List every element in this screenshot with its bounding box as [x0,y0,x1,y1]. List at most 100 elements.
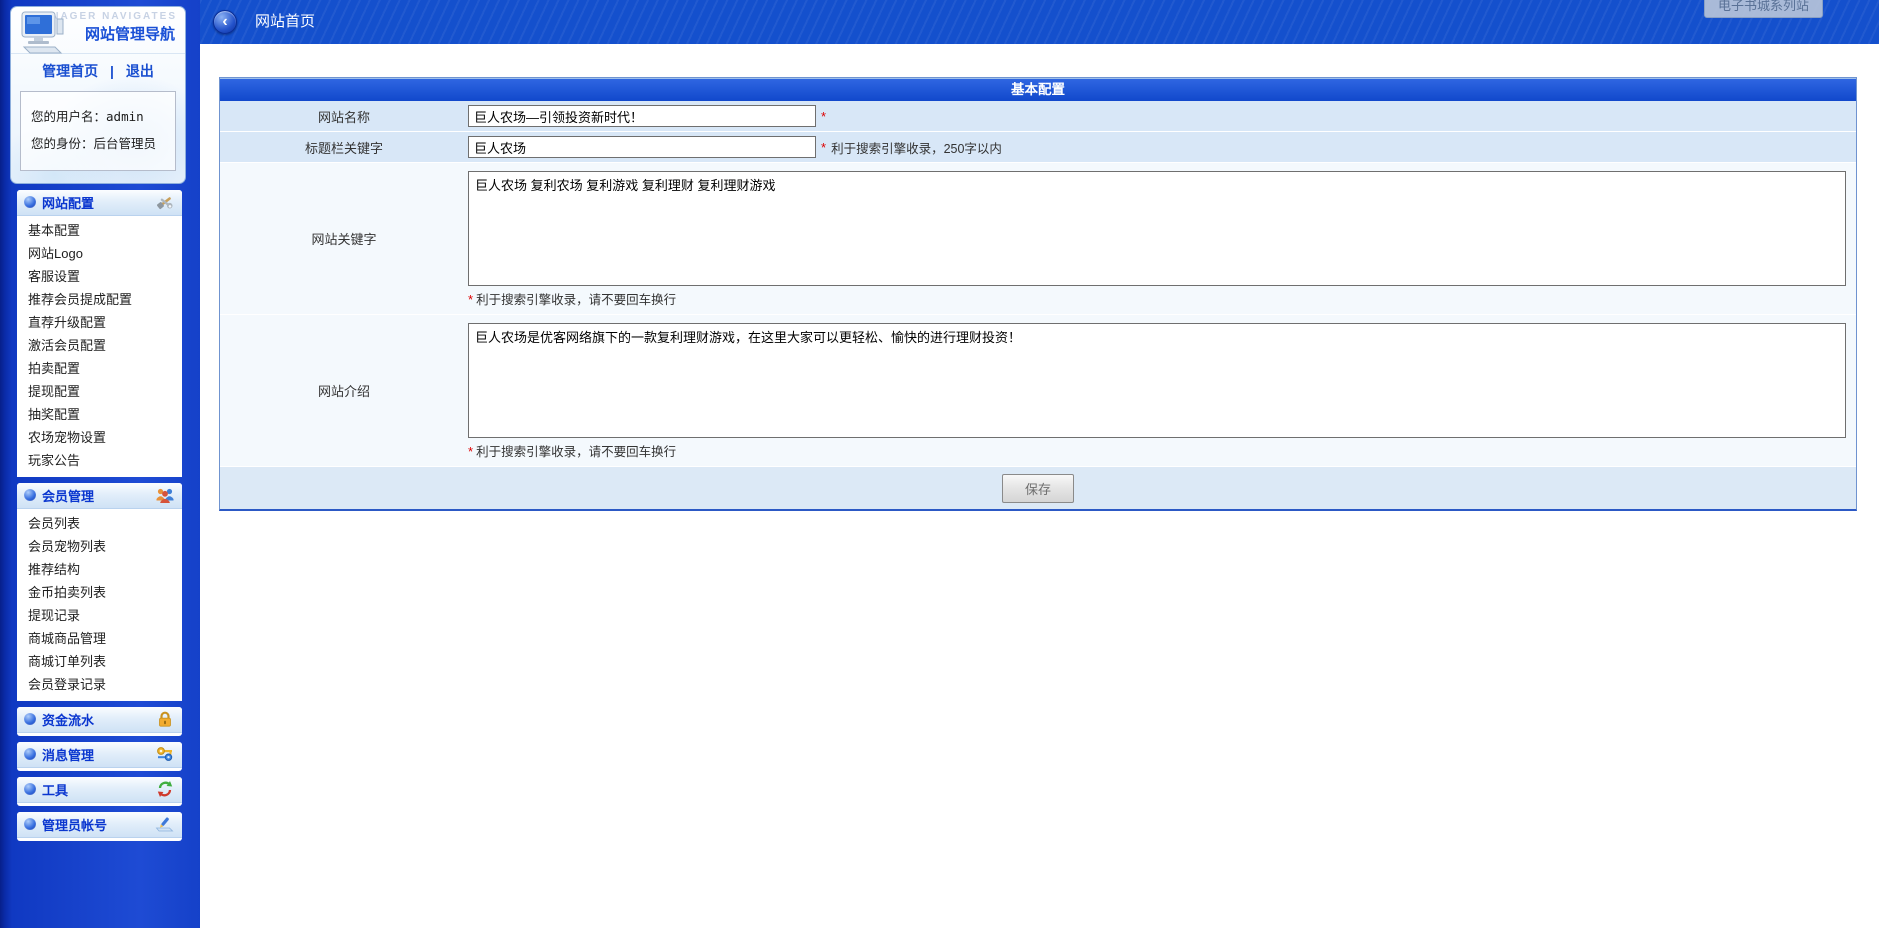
site-keywords-textarea[interactable]: 巨人农场 复利农场 复利游戏 复利理财 复利理财游戏 [468,171,1846,286]
nav-section-tools: 工具 [17,776,182,806]
title-keywords-input[interactable] [468,136,816,158]
role-line: 您的身份：后台管理员 [31,131,165,158]
logout-link[interactable]: 退出 [126,63,154,79]
section-title: 工具 [42,782,69,798]
tools-icon [155,193,175,211]
sidebar-item-auction-config[interactable]: 拍卖配置 [17,357,182,380]
form-row-title-keywords: 标题栏关键字 * 利于搜索引擎收录，250字以内 [220,132,1856,163]
title-keywords-label: 标题栏关键字 [304,140,383,156]
sidebar-item-farm-pet-settings[interactable]: 农场宠物设置 [17,426,182,449]
bullet-icon [24,783,36,796]
computer-icon [17,10,67,59]
sidebar-item-lottery-config[interactable]: 抽奖配置 [17,403,182,426]
admin-home-link[interactable]: 管理首页 [42,63,98,79]
pencil-icon [155,815,175,833]
page-title: 网站首页 [255,13,316,30]
section-items-site-config: 基本配置 网站Logo 客服设置 推荐会员提成配置 直荐升级配置 激活会员配置 … [17,216,182,477]
sidebar-item-withdraw-records[interactable]: 提现记录 [17,604,182,627]
sidebar-item-direct-upgrade[interactable]: 直荐升级配置 [17,311,182,334]
section-header-fund-flow[interactable]: 资金流水 [17,706,182,733]
required-asterisk: * [468,292,474,307]
title-keywords-field: * 利于搜索引擎收录，250字以内 [468,132,1856,162]
required-asterisk: * [821,108,827,124]
section-header-member-management[interactable]: 会员管理 [17,482,182,509]
required-asterisk: * [468,444,474,459]
sidebar-item-activate-member[interactable]: 激活会员配置 [17,334,182,357]
site-intro-textarea[interactable]: 巨人农场是优客网络旗下的一款复利理财游戏，在这里大家可以更轻松、愉快的进行理财投… [468,323,1846,438]
section-header-admin-account[interactable]: 管理员帐号 [17,811,182,838]
site-keywords-field: 巨人农场 复利农场 复利游戏 复利理财 复利理财游戏 * 利于搜索引擎收录，请不要… [468,163,1856,314]
sidebar-item-player-notice[interactable]: 玩家公告 [17,449,182,472]
save-row: 保存 [220,467,1856,509]
site-keywords-label: 网站关键字 [311,232,377,247]
refresh-icon [155,780,175,798]
section-header-message-management[interactable]: 消息管理 [17,741,182,768]
site-keywords-hint-line: * 利于搜索引擎收录，请不要回车换行 [468,289,1846,309]
basic-config-panel: 基本配置 网站名称 * 标题栏关键字 * 利于搜索引擎收录，250字以内 [219,77,1857,511]
sidebar-item-referral-structure[interactable]: 推荐结构 [17,558,182,581]
nav-section-member-management: 会员管理 会员列表 会员宠物列表 推荐结构 金币拍卖列表 提现记录 商城商品管理… [17,482,182,701]
section-title: 资金流水 [42,712,95,728]
username-line: 您的用户名：admin [31,104,165,131]
sidebar-item-member-login-log[interactable]: 会员登录记录 [17,673,182,696]
section-title: 消息管理 [42,747,95,763]
user-info-box: 您的用户名：admin 您的身份：后台管理员 [20,91,176,171]
panel-header: 基本配置 [220,78,1856,101]
site-intro-field: 巨人农场是优客网络旗下的一款复利理财游戏，在这里大家可以更轻松、愉快的进行理财投… [468,315,1856,466]
bullet-icon [24,196,36,209]
bullet-icon [24,818,36,831]
role-value: 后台管理员 [93,136,157,151]
nav-section-site-config: 网站配置 基本配置 网站Logo 客服设置 推荐会员提成配置 直荐升级配置 激活… [17,189,182,477]
sidebar-item-customer-service[interactable]: 客服设置 [17,265,182,288]
site-intro-hint: 利于搜索引擎收录，请不要回车换行 [476,445,677,459]
keys-icon [155,745,175,763]
sidebar-item-referral-commission[interactable]: 推荐会员提成配置 [17,288,182,311]
role-label: 您的身份： [31,136,94,151]
sidebar-item-withdraw-config[interactable]: 提现配置 [17,380,182,403]
nav-section-admin-account: 管理员帐号 [17,811,182,841]
users-icon [155,486,175,504]
site-name-label: 网站名称 [317,109,370,125]
sidebar-item-mall-order-list[interactable]: 商城订单列表 [17,650,182,673]
form-row-site-name: 网站名称 * [220,101,1856,132]
site-name-field: * [468,101,1856,131]
username-label: 您的用户名： [31,110,107,124]
bullet-icon [24,748,36,761]
nav-section-message-management: 消息管理 [17,741,182,771]
lock-icon [155,710,175,728]
main-content: 基本配置 网站名称 * 标题栏关键字 * 利于搜索引擎收录，250字以内 [200,44,1879,928]
brand-panel: MANAGER NAVIGATES 网站管理导航 管理首页 | 退出 您的用户名… [10,6,186,184]
back-arrow-icon: ‹ [222,13,228,30]
section-title: 会员管理 [42,488,95,504]
form-row-site-keywords: 网站关键字 巨人农场 复利农场 复利游戏 复利理财 复利理财游戏 * 利于搜索引擎… [220,163,1856,315]
site-keywords-hint: 利于搜索引擎收录，请不要回车换行 [476,293,677,307]
sidebar-item-member-pet-list[interactable]: 会员宠物列表 [17,535,182,558]
site-intro-label: 网站介绍 [317,384,370,399]
sidebar-nav: 网站配置 基本配置 网站Logo 客服设置 推荐会员提成配置 直荐升级配置 激活… [17,189,182,841]
site-name-input[interactable] [468,105,816,127]
sidebar-item-member-list[interactable]: 会员列表 [17,512,182,535]
section-title: 管理员帐号 [42,817,108,833]
required-asterisk: * [821,139,827,155]
sidebar-item-mall-goods-management[interactable]: 商城商品管理 [17,627,182,650]
sidebar-item-site-logo[interactable]: 网站Logo [17,242,182,265]
section-items-member-management: 会员列表 会员宠物列表 推荐结构 金币拍卖列表 提现记录 商城商品管理 商城订单… [17,509,182,701]
corner-button[interactable]: 电子书城系列站 [1703,0,1823,18]
site-intro-hint-line: * 利于搜索引擎收录，请不要回车换行 [468,441,1846,461]
nav-section-fund-flow: 资金流水 [17,706,182,736]
back-button[interactable]: ‹ [213,10,237,34]
form-row-site-intro: 网站介绍 巨人农场是优客网络旗下的一款复利理财游戏，在这里大家可以更轻松、愉快的… [220,315,1856,467]
brand-top: MANAGER NAVIGATES 网站管理导航 [11,7,185,54]
sidebar: MANAGER NAVIGATES 网站管理导航 管理首页 | 退出 您的用户名… [0,0,200,928]
link-separator: | [110,63,114,79]
topbar: ‹ 网站首页 电子书城系列站 [200,0,1879,44]
section-header-site-config[interactable]: 网站配置 [17,189,182,216]
sidebar-item-coin-auction-list[interactable]: 金币拍卖列表 [17,581,182,604]
username-value: admin [106,109,144,124]
section-header-tools[interactable]: 工具 [17,776,182,803]
bullet-icon [24,489,36,502]
title-keywords-hint: 利于搜索引擎收录，250字以内 [831,141,1002,156]
save-button[interactable]: 保存 [1002,473,1074,503]
bullet-icon [24,713,36,726]
sidebar-item-basic-config[interactable]: 基本配置 [17,219,182,242]
